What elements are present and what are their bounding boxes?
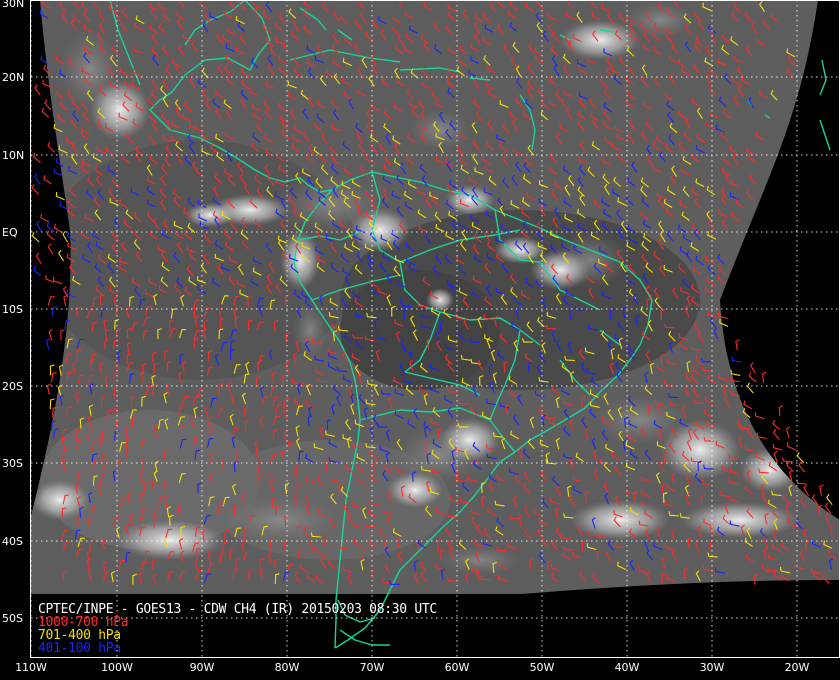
cloud-blob <box>440 546 520 574</box>
cloud-blob <box>220 498 340 542</box>
lon-label-100w: 100W <box>101 661 133 674</box>
lat-label-50s: 50S <box>2 612 23 625</box>
legend-high-level: 401-100 hPa <box>38 641 121 656</box>
cloud-blob <box>30 480 90 520</box>
lon-label-40w: 40W <box>614 661 640 674</box>
lon-label-70w: 70W <box>359 661 385 674</box>
lon-label-90w: 90W <box>189 661 215 674</box>
map-caption: CPTEC/INPE - GOES13 - CDW CH4 (IR) 20150… <box>38 603 437 655</box>
cloud-blob <box>387 472 443 508</box>
cloud-blob <box>185 203 235 227</box>
lon-label-110w: 110W <box>15 661 47 674</box>
cloud-blob <box>595 395 685 445</box>
lon-label-60w: 60W <box>444 661 470 674</box>
lat-label-eq: EQ <box>2 226 18 239</box>
lat-label-40s: 40S <box>2 535 23 548</box>
lon-label-80w: 80W <box>274 661 300 674</box>
lat-label-10n: 10N <box>2 149 25 162</box>
lat-label-30n: 30N <box>2 0 25 10</box>
cloud-blob <box>440 418 500 462</box>
lat-label-10s: 10S <box>2 303 23 316</box>
lon-label-30w: 30W <box>699 661 725 674</box>
lon-label-20w: 20W <box>784 661 810 674</box>
lat-label-30s: 30S <box>2 457 23 470</box>
lat-label-20n: 20N <box>2 71 25 84</box>
cloud-blob <box>680 502 800 538</box>
cloud-blob <box>445 185 495 215</box>
satellite-wind-map <box>0 0 840 680</box>
lat-label-20s: 20S <box>2 380 23 393</box>
lon-label-50w: 50W <box>529 661 555 674</box>
